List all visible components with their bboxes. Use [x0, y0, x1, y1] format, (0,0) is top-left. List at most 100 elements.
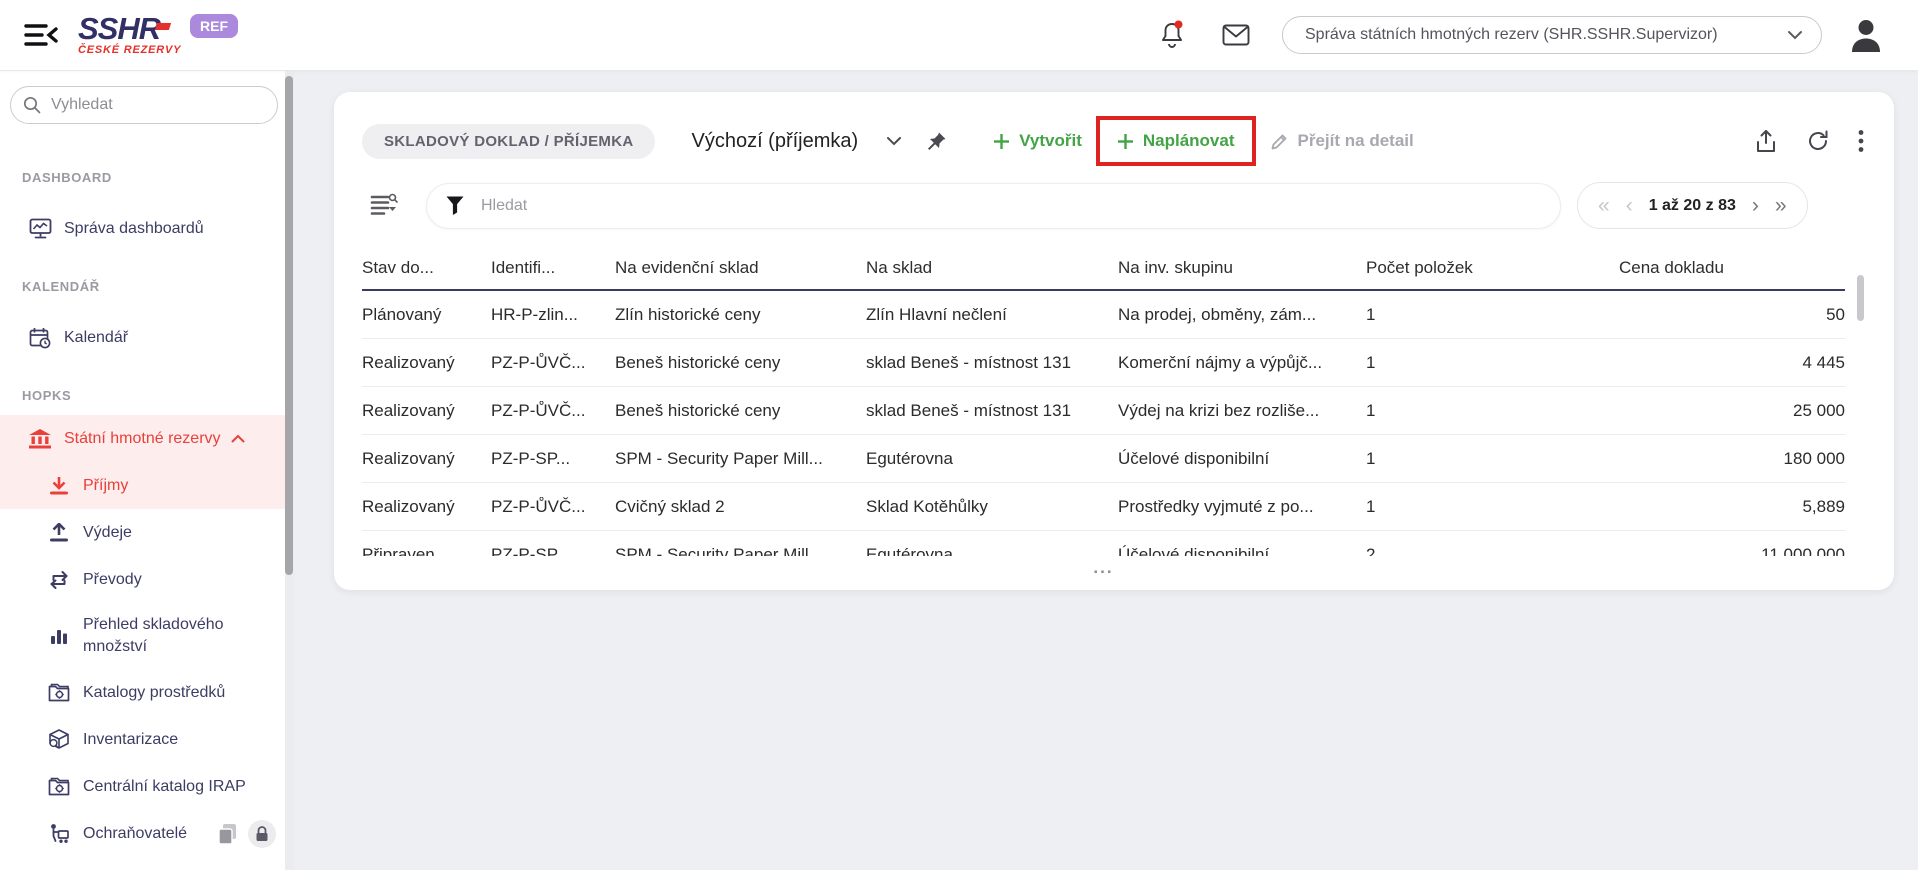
- more-rows-indicator: ...: [362, 561, 1845, 575]
- section-label-kalendar: KALENDÁŘ: [22, 279, 294, 294]
- pagination-prev-button[interactable]: ‹: [1626, 195, 1633, 216]
- folder-gear-icon: [47, 683, 71, 702]
- sidebar-item-centralni-katalog-irap[interactable]: Centrální katalog IRAP: [0, 763, 294, 810]
- cell-cena: 4 445: [1619, 353, 1845, 373]
- go-to-detail-label: Přejít na detail: [1298, 131, 1414, 151]
- cell-evidencni-sklad: Beneš historické ceny: [615, 401, 866, 421]
- notifications-bell-icon[interactable]: [1158, 20, 1186, 50]
- table-row[interactable]: Realizovaný PZ-P-ŮVČ... Beneš historické…: [362, 339, 1845, 387]
- pagination: « ‹ 1 až 20 z 83 › »: [1577, 182, 1808, 229]
- topbar: SSHR ČESKÉ REZERVY REF Správa státních h…: [0, 0, 1918, 70]
- app-logo[interactable]: SSHR ČESKÉ REZERVY: [78, 14, 178, 56]
- sidebar-scrollbar-thumb[interactable]: [285, 76, 293, 575]
- cell-evidencni-sklad: Beneš historické ceny: [615, 353, 866, 373]
- sidebar-scrollbar[interactable]: [285, 70, 294, 870]
- sidebar-item-prevody[interactable]: Převody: [0, 556, 294, 603]
- table-search-input[interactable]: [481, 197, 1542, 215]
- table-row[interactable]: Plánovaný HR-P-zlin... Zlín historické c…: [362, 291, 1845, 339]
- more-options-kebab-icon[interactable]: [1858, 129, 1864, 153]
- sidebar-item-label: Správa dashboardů: [64, 220, 204, 238]
- table-row[interactable]: Realizovaný PZ-P-SP... SPM - Security Pa…: [362, 435, 1845, 483]
- section-label-hopks: HOPKS: [22, 388, 294, 403]
- transfer-icon: [47, 571, 71, 589]
- sidebar-item-prijmy[interactable]: Příjmy: [0, 462, 294, 509]
- cell-sklad: Zlín Hlavní nečlení: [866, 305, 1118, 325]
- sidebar-item-prehled-skladoveho-mnozstvi[interactable]: Přehled skladového množství: [0, 603, 294, 669]
- table-row[interactable]: Realizovaný PZ-P-ŮVČ... Cvičný sklad 2 S…: [362, 483, 1845, 531]
- column-header[interactable]: Na inv. skupinu: [1118, 258, 1366, 278]
- user-avatar[interactable]: [1848, 17, 1884, 53]
- dashboard-monitor-icon: [28, 218, 52, 239]
- cell-stav: Realizovaný: [362, 401, 491, 421]
- column-header[interactable]: Stav do...: [362, 258, 491, 278]
- pagination-last-button[interactable]: »: [1775, 195, 1787, 216]
- column-header[interactable]: Počet položek: [1366, 258, 1619, 278]
- sidebar-item-kalendar[interactable]: Kalendář: [0, 314, 294, 361]
- sidebar-item-label: Centrální katalog IRAP: [83, 778, 246, 796]
- table-search[interactable]: [426, 183, 1561, 229]
- cell-evidencni-sklad: Cvičný sklad 2: [615, 497, 866, 517]
- sidebar-item-katalogy-prostredku[interactable]: Katalogy prostředků: [0, 669, 294, 716]
- cell-identifikator: PZ-P-SP...: [491, 449, 615, 469]
- plan-button-label: Naplánovat: [1143, 131, 1235, 151]
- cell-identifikator: PZ-P-ŮVČ...: [491, 497, 615, 517]
- pencil-icon: [1270, 132, 1289, 151]
- bank-icon: [28, 428, 52, 449]
- export-icon[interactable]: [1754, 128, 1778, 154]
- sidebar-item-sprava-dashboardu[interactable]: Správa dashboardů: [0, 205, 294, 252]
- cell-evidencni-sklad: SPM - Security Paper Mill...: [615, 449, 866, 469]
- view-selector[interactable]: Výchozí (příjemka): [691, 130, 858, 153]
- bar-chart-icon: [47, 627, 71, 645]
- sidebar-toggle-icon[interactable]: [24, 20, 60, 50]
- pagination-first-button[interactable]: «: [1598, 195, 1610, 216]
- plan-button[interactable]: Naplánovat: [1117, 131, 1235, 151]
- sidebar-item-label: Ochraňovatelé: [83, 825, 187, 843]
- sidebar-group-statni-hmotne-rezervy[interactable]: Státní hmotné rezervy: [0, 415, 294, 462]
- card-toolbar: [1754, 128, 1864, 154]
- filter-funnel-icon: [445, 195, 465, 216]
- mail-icon[interactable]: [1222, 24, 1250, 46]
- cell-stav: Plánovaný: [362, 305, 491, 325]
- sidebar-item-label: Inventarizace: [83, 731, 178, 749]
- main-area: SKLADOVÝ DOKLAD / PŘÍJEMKA Výchozí (příj…: [294, 70, 1918, 870]
- filter-row: « ‹ 1 až 20 z 83 › »: [362, 182, 1864, 229]
- sidebar-item-vydeje[interactable]: Výdeje: [0, 509, 294, 556]
- chevron-up-icon[interactable]: [231, 434, 245, 443]
- cell-pocet-polozek: 1: [1366, 497, 1619, 517]
- content-card: SKLADOVÝ DOKLAD / PŘÍJEMKA Výchozí (příj…: [334, 92, 1894, 590]
- chevron-down-icon[interactable]: [886, 136, 902, 146]
- cell-sklad: Sklad Kotěhůlky: [866, 497, 1118, 517]
- refresh-icon[interactable]: [1806, 129, 1830, 153]
- pin-icon[interactable]: [926, 131, 947, 152]
- cell-stav: Realizovaný: [362, 353, 491, 373]
- table-row[interactable]: Realizovaný PZ-P-ŮVČ... Beneš historické…: [362, 387, 1845, 435]
- sidebar-item-inventarizace[interactable]: Inventarizace: [0, 716, 294, 763]
- column-header[interactable]: Na evidenční sklad: [615, 258, 866, 278]
- cell-identifikator: PZ-P-SP...: [491, 545, 615, 557]
- table-row[interactable]: Připraven PZ-P-SP... SPM - Security Pape…: [362, 531, 1845, 556]
- role-selector[interactable]: Správa státních hmotných rezerv (SHR.SSH…: [1282, 16, 1822, 54]
- cell-cena: 50: [1619, 305, 1845, 325]
- table-header-row: Stav do... Identifi... Na evidenční skla…: [362, 246, 1845, 291]
- topbar-actions: Správa státních hmotných rezerv (SHR.SSH…: [1158, 16, 1884, 54]
- sidebar-search-input[interactable]: [51, 96, 251, 114]
- search-icon: [23, 96, 41, 114]
- section-label-dashboard: DASHBOARD: [22, 170, 294, 185]
- table-scrollbar-thumb[interactable]: [1857, 275, 1864, 321]
- plus-icon: [993, 133, 1010, 150]
- sidebar-item-ochranovatele[interactable]: Ochraňovatelé: [0, 810, 294, 857]
- lock-icon[interactable]: [248, 820, 276, 848]
- sidebar-item-label: Výdeje: [83, 524, 132, 542]
- pagination-next-button[interactable]: ›: [1752, 195, 1759, 216]
- column-settings-icon[interactable]: [370, 193, 398, 219]
- column-header[interactable]: Na sklad: [866, 258, 1118, 278]
- cell-cena: 11 000 000: [1619, 545, 1845, 557]
- column-header[interactable]: Identifi...: [491, 258, 615, 278]
- cell-cena: 180 000: [1619, 449, 1845, 469]
- go-to-detail-button[interactable]: Přejít na detail: [1270, 131, 1414, 151]
- column-header[interactable]: Cena dokladu: [1619, 258, 1845, 278]
- sidebar-search[interactable]: [10, 86, 278, 124]
- copy-icon[interactable]: [216, 822, 238, 846]
- create-button[interactable]: Vytvořit: [993, 131, 1082, 151]
- sidebar-item-label: Státní hmotné rezervy: [64, 430, 221, 448]
